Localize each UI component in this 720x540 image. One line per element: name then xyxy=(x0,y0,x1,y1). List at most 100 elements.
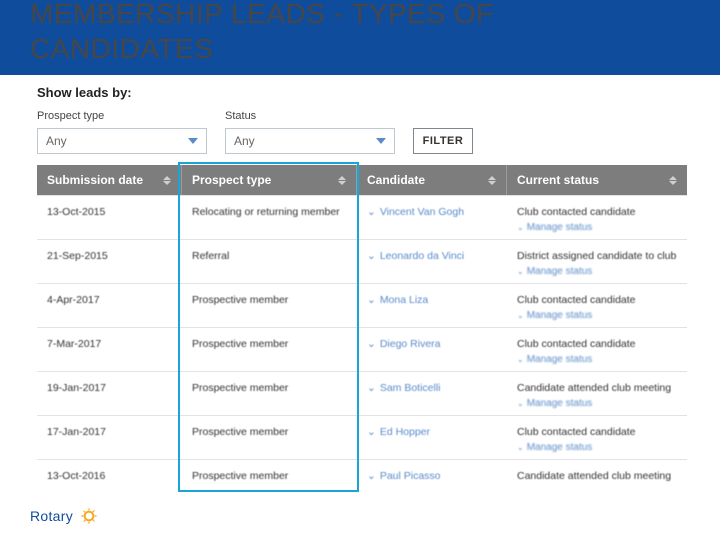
sort-icon xyxy=(669,176,677,185)
status-text: Club contacted candidate xyxy=(517,294,677,306)
brand-text: Rotary xyxy=(30,508,73,524)
filter-status: Status Any xyxy=(225,110,395,154)
chevron-down-icon: ⌄ xyxy=(517,267,524,276)
cell-status: Club contacted candidate ⌄Manage status xyxy=(507,328,687,371)
cell-date: 7-Mar-2017 xyxy=(37,328,182,371)
status-value: Any xyxy=(234,134,255,148)
chevron-down-icon: ⌄ xyxy=(367,338,376,350)
table-row: 21-Sep-2015Referral ⌄ Leonardo da Vinci Dis… xyxy=(37,239,687,283)
table-row: 4-Apr-2017Prospective member⌄Mona LizaCl… xyxy=(37,283,687,327)
cell-prospect-type: Referral xyxy=(182,240,357,283)
chevron-down-icon: ⌄ xyxy=(367,470,376,482)
footer: Rotary xyxy=(30,506,99,526)
cell-candidate[interactable]: ⌄ Ed Hopper xyxy=(357,416,507,459)
status-text: Candidate attended club meeting xyxy=(517,470,677,482)
cell-date: 21-Sep-2015 xyxy=(37,240,182,283)
filter-panel: Show leads by: Prospect type Any Status … xyxy=(37,85,687,154)
manage-status-label: Manage status xyxy=(527,442,593,453)
chevron-down-icon: ⌄ xyxy=(367,250,376,262)
chevron-down-icon: ⌄ xyxy=(517,355,524,364)
cell-candidate[interactable]: ⌄ Sam Boticelli xyxy=(357,372,507,415)
cell-status: Club contacted candidate ⌄Manage status xyxy=(507,284,687,327)
status-select[interactable]: Any xyxy=(225,128,395,154)
manage-status-label: Manage status xyxy=(527,222,593,233)
cell-candidate[interactable]: ⌄ Paul Picasso xyxy=(357,460,507,488)
chevron-down-icon: ⌄ xyxy=(367,426,376,438)
cell-status: District assigned candidate to club ⌄Mana… xyxy=(507,240,687,283)
cell-status: Candidate attended club meeting ⌄Manage s… xyxy=(507,372,687,415)
filter-prospect: Prospect type Any xyxy=(37,110,207,154)
chevron-down-icon: ⌄ xyxy=(517,311,524,320)
cell-candidate[interactable]: ⌄ Vincent Van Gogh xyxy=(357,196,507,239)
col-submission-date[interactable]: Submission date xyxy=(37,165,182,195)
filter-button[interactable]: FILTER xyxy=(413,128,473,154)
table-row: 13-Oct-2016Prospective member ⌄ Paul Picas… xyxy=(37,459,687,488)
cell-candidate[interactable]: ⌄Mona Liza xyxy=(357,284,507,327)
manage-status-link[interactable]: ⌄Manage status xyxy=(517,354,677,365)
table-row: 19-Jan-2017Prospective member ⌄ Sam Botice… xyxy=(37,371,687,415)
status-text: Club contacted candidate xyxy=(517,426,677,438)
candidate-name: Leonardo da Vinci xyxy=(380,250,464,262)
chevron-down-icon: ⌄ xyxy=(367,206,376,218)
status-text: Club contacted candidate xyxy=(517,206,677,218)
chevron-down-icon xyxy=(376,138,386,144)
chevron-down-icon: ⌄ xyxy=(517,443,524,452)
table-row: 7-Mar-2017Prospective member ⌄ Diego River… xyxy=(37,327,687,371)
col-prospect-type[interactable]: Prospect type xyxy=(182,165,357,195)
col-candidate[interactable]: Candidate xyxy=(357,165,507,195)
table-header: Submission date Prospect type Candidate … xyxy=(37,165,687,195)
table-row: 13-Oct-2015Relocating or returning membe… xyxy=(37,195,687,239)
status-label: Status xyxy=(225,110,395,122)
candidate-name: Vincent Van Gogh xyxy=(380,206,464,218)
table-row: 17-Jan-2017Prospective member ⌄ Ed Hopper C… xyxy=(37,415,687,459)
manage-status-link[interactable]: ⌄Manage status xyxy=(517,442,677,453)
cell-status: Club contacted candidate ⌄Manage status xyxy=(507,196,687,239)
status-text: Club contacted candidate xyxy=(517,338,677,350)
cell-status: Candidate attended club meeting xyxy=(507,460,687,488)
manage-status-label: Manage status xyxy=(527,354,593,365)
cell-candidate[interactable]: ⌄ Diego Rivera xyxy=(357,328,507,371)
cell-status: Club contacted candidate ⌄Manage status xyxy=(507,416,687,459)
sort-icon xyxy=(338,176,346,185)
status-text: Candidate attended club meeting xyxy=(517,382,677,394)
candidate-name: Ed Hopper xyxy=(380,426,430,438)
manage-status-link[interactable]: ⌄Manage status xyxy=(517,222,677,233)
cell-prospect-type: Prospective member xyxy=(182,284,357,327)
candidate-name: Paul Picasso xyxy=(380,470,441,482)
status-text: District assigned candidate to club xyxy=(517,250,677,262)
candidate-name: Diego Rivera xyxy=(380,338,441,350)
cell-prospect-type: Prospective member xyxy=(182,416,357,459)
cell-candidate[interactable]: ⌄ Leonardo da Vinci xyxy=(357,240,507,283)
rotary-gear-icon xyxy=(79,506,99,526)
cell-prospect-type: Relocating or returning member xyxy=(182,196,357,239)
chevron-down-icon: ⌄ xyxy=(367,294,376,306)
filter-header: Show leads by: xyxy=(37,85,687,100)
chevron-down-icon: ⌄ xyxy=(517,223,524,232)
manage-status-label: Manage status xyxy=(527,266,593,277)
cell-date: 17-Jan-2017 xyxy=(37,416,182,459)
prospect-type-value: Any xyxy=(46,134,67,148)
manage-status-link[interactable]: ⌄Manage status xyxy=(517,398,677,409)
manage-status-link[interactable]: ⌄Manage status xyxy=(517,310,677,321)
manage-status-link[interactable]: ⌄Manage status xyxy=(517,266,677,277)
sort-icon xyxy=(488,176,496,185)
cell-prospect-type: Prospective member xyxy=(182,328,357,371)
leads-table: Submission date Prospect type Candidate … xyxy=(37,165,687,488)
sort-icon xyxy=(163,176,171,185)
chevron-down-icon: ⌄ xyxy=(367,382,376,394)
cell-prospect-type: Prospective member xyxy=(182,460,357,488)
filter-row: Prospect type Any Status Any FILTER xyxy=(37,110,687,154)
manage-status-label: Manage status xyxy=(527,398,593,409)
prospect-type-select[interactable]: Any xyxy=(37,128,207,154)
cell-date: 19-Jan-2017 xyxy=(37,372,182,415)
cell-date: 4-Apr-2017 xyxy=(37,284,182,327)
cell-prospect-type: Prospective member xyxy=(182,372,357,415)
col-current-status[interactable]: Current status xyxy=(507,165,687,195)
cell-date: 13-Oct-2016 xyxy=(37,460,182,488)
candidate-name: Sam Boticelli xyxy=(380,382,441,394)
cell-date: 13-Oct-2015 xyxy=(37,196,182,239)
page-title: MEMBERSHIP LEADS - TYPES OF CANDIDATES xyxy=(30,0,494,66)
prospect-type-label: Prospect type xyxy=(37,110,207,122)
chevron-down-icon xyxy=(188,138,198,144)
manage-status-label: Manage status xyxy=(527,310,593,321)
